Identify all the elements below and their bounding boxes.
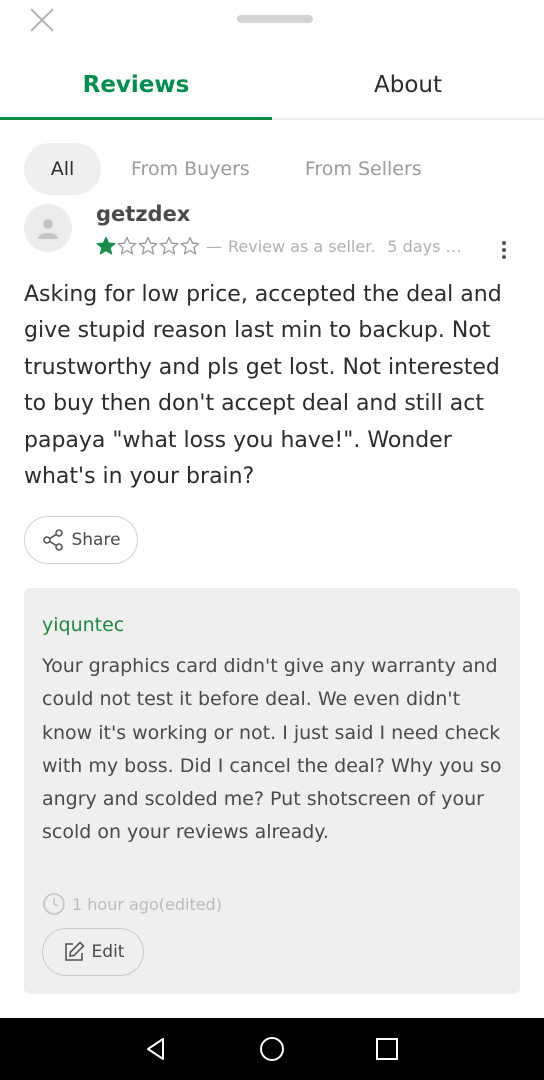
close-icon bbox=[30, 8, 54, 32]
edit-reply-button[interactable]: Edit bbox=[42, 928, 144, 976]
star-empty-icon bbox=[180, 236, 200, 255]
more-vertical-icon-dot bbox=[502, 248, 506, 252]
meta-separator: — bbox=[206, 236, 222, 256]
back-icon bbox=[147, 1038, 165, 1060]
star-empty-icon bbox=[159, 236, 179, 255]
nav-recents-button[interactable] bbox=[359, 1021, 415, 1077]
tab-about[interactable]: About bbox=[272, 52, 544, 118]
star-empty-icon bbox=[117, 236, 137, 255]
system-nav-bar bbox=[0, 1018, 544, 1080]
reply-author[interactable]: yiquntec bbox=[42, 614, 124, 636]
tab-bar: Reviews About bbox=[0, 52, 544, 120]
filter-from-sellers[interactable]: From Sellers bbox=[305, 143, 422, 195]
edit-icon bbox=[64, 941, 85, 961]
more-vertical-icon-dot bbox=[502, 241, 506, 245]
seller-reply: yiquntec Your graphics card didn't give … bbox=[24, 588, 520, 994]
more-options-button[interactable] bbox=[494, 238, 514, 262]
reply-text: Your graphics card didn't give any warra… bbox=[42, 655, 502, 844]
star-rating bbox=[96, 236, 200, 256]
nav-home-button[interactable] bbox=[244, 1021, 300, 1077]
share-icon bbox=[43, 529, 64, 551]
drag-handle[interactable] bbox=[237, 15, 313, 23]
review-filter-chips: All From Buyers From Sellers bbox=[24, 143, 422, 195]
clock-icon bbox=[43, 893, 65, 915]
filter-all[interactable]: All bbox=[24, 143, 101, 195]
review-role: Review as a seller. bbox=[228, 236, 376, 256]
star-filled-icon bbox=[96, 236, 116, 255]
avatar[interactable] bbox=[24, 204, 72, 252]
recents-icon bbox=[375, 1038, 398, 1060]
review-text: Asking for low price, accepted the deal … bbox=[24, 282, 502, 490]
tab-reviews[interactable]: Reviews bbox=[0, 52, 272, 120]
filter-from-buyers[interactable]: From Buyers bbox=[131, 143, 250, 195]
top-bar bbox=[0, 0, 544, 48]
nav-back-button[interactable] bbox=[129, 1021, 185, 1077]
reviewer-name[interactable]: getzdex bbox=[96, 202, 190, 226]
review-time: 5 days ago bbox=[387, 236, 466, 256]
star-empty-icon bbox=[138, 236, 158, 255]
close-button[interactable] bbox=[24, 4, 60, 36]
share-button[interactable]: Share bbox=[24, 516, 138, 564]
user-icon bbox=[38, 219, 58, 239]
home-icon bbox=[259, 1037, 284, 1061]
share-label: Share bbox=[71, 530, 121, 550]
edit-label: Edit bbox=[91, 942, 125, 962]
reply-timestamp: 1 hour ago(edited) bbox=[42, 892, 222, 916]
more-vertical-icon-dot bbox=[502, 255, 506, 259]
review-meta: — Review as a seller. 5 days ago bbox=[96, 235, 465, 257]
reply-time-label: 1 hour ago(edited) bbox=[72, 894, 222, 914]
